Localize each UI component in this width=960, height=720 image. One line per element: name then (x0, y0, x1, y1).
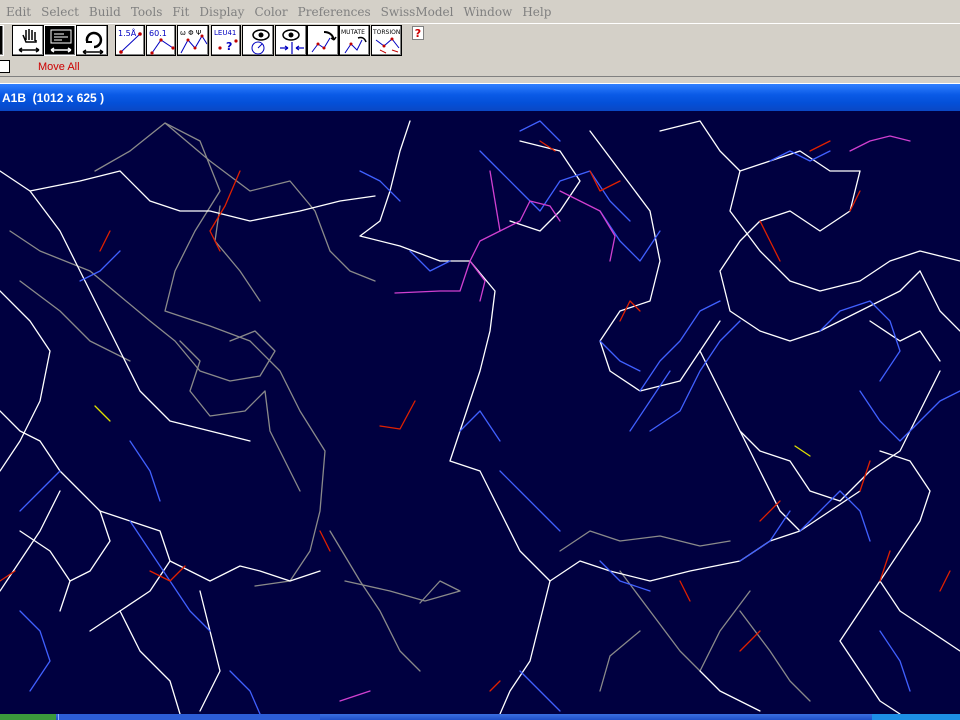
menu-edit[interactable]: Edit (0, 0, 36, 24)
mutate-icon: MUTATE (341, 29, 367, 54)
mutate-label: MUTATE (341, 29, 365, 36)
viewer-title-bar[interactable]: A1B (1012 x 625 ) (0, 84, 960, 111)
start-button[interactable] (0, 714, 56, 720)
identify-label: LEU41 (214, 29, 236, 37)
torsion-icon: ω Φ Ψ (180, 29, 208, 54)
molecule-move-icon (311, 31, 337, 53)
torsion-tool-icon: TORSION (372, 29, 400, 54)
identify-question: ? (226, 40, 232, 53)
hand-icon (18, 29, 40, 53)
rotate-button[interactable] (76, 25, 108, 56)
menu-preferences[interactable]: Preferences (293, 0, 376, 24)
measure-angle-button[interactable]: 60.1 (146, 25, 176, 56)
torsion-tool-label: TORSION (372, 29, 400, 36)
torsion-label: ω Φ Ψ (180, 29, 202, 37)
menu-display[interactable]: Display (194, 0, 249, 24)
toolbar-separator (0, 76, 960, 84)
menu-tools[interactable]: Tools (126, 0, 168, 24)
fit-view-button[interactable] (275, 25, 307, 56)
prev-tool-button[interactable] (0, 25, 4, 56)
mode-status-text: Move All (38, 61, 80, 73)
menu-window[interactable]: Window (458, 0, 517, 24)
measure-torsion-button[interactable]: ω Φ Ψ (177, 25, 209, 56)
move-fragment-button[interactable] (307, 25, 339, 56)
torsion-tool-button[interactable]: TORSION (371, 25, 402, 56)
document-icon[interactable] (0, 60, 10, 73)
window-title: A1B (1012 x 625 ) (2, 90, 105, 105)
rotate-icon (82, 31, 104, 55)
center-view-button[interactable] (242, 25, 274, 56)
translate-hand-button[interactable] (12, 25, 44, 56)
distance-label: 1.5Å (118, 27, 137, 38)
distance-icon: 1.5Å (118, 27, 142, 54)
identify-button[interactable]: LEU41 ? (211, 25, 241, 56)
angle-icon: 60.1 (149, 29, 175, 55)
molecule-wireframe (0, 120, 960, 714)
measure-distance-button[interactable]: 1.5Å (115, 25, 145, 56)
angle-label: 60.1 (149, 29, 167, 38)
menu-help[interactable]: Help (517, 0, 556, 24)
identify-icon: LEU41 ? (214, 29, 238, 53)
taskbar-item[interactable] (58, 714, 320, 720)
menu-color[interactable]: Color (249, 0, 292, 24)
mutate-button[interactable]: MUTATE (339, 25, 370, 56)
move-all-button[interactable] (44, 25, 76, 56)
molecule-viewport[interactable] (0, 111, 960, 714)
menu-select[interactable]: Select (36, 0, 84, 24)
system-tray (872, 714, 960, 720)
menu-fit[interactable]: Fit (167, 0, 194, 24)
taskbar (0, 714, 960, 720)
eye-fit-icon (280, 29, 304, 54)
toolbar: 1.5Å 60.1 ω Φ Ψ LEU41 ? MUTATE TORSION ? (0, 24, 960, 58)
menu-bar: Edit Select Build Tools Fit Display Colo… (0, 0, 960, 24)
move-arrows-icon (50, 29, 72, 53)
eye-center-icon (251, 29, 270, 55)
menu-swissmodel[interactable]: SwissModel (376, 0, 459, 24)
menu-build[interactable]: Build (84, 0, 126, 24)
help-icon[interactable]: ? (412, 26, 424, 40)
status-row: Move All (0, 58, 960, 76)
